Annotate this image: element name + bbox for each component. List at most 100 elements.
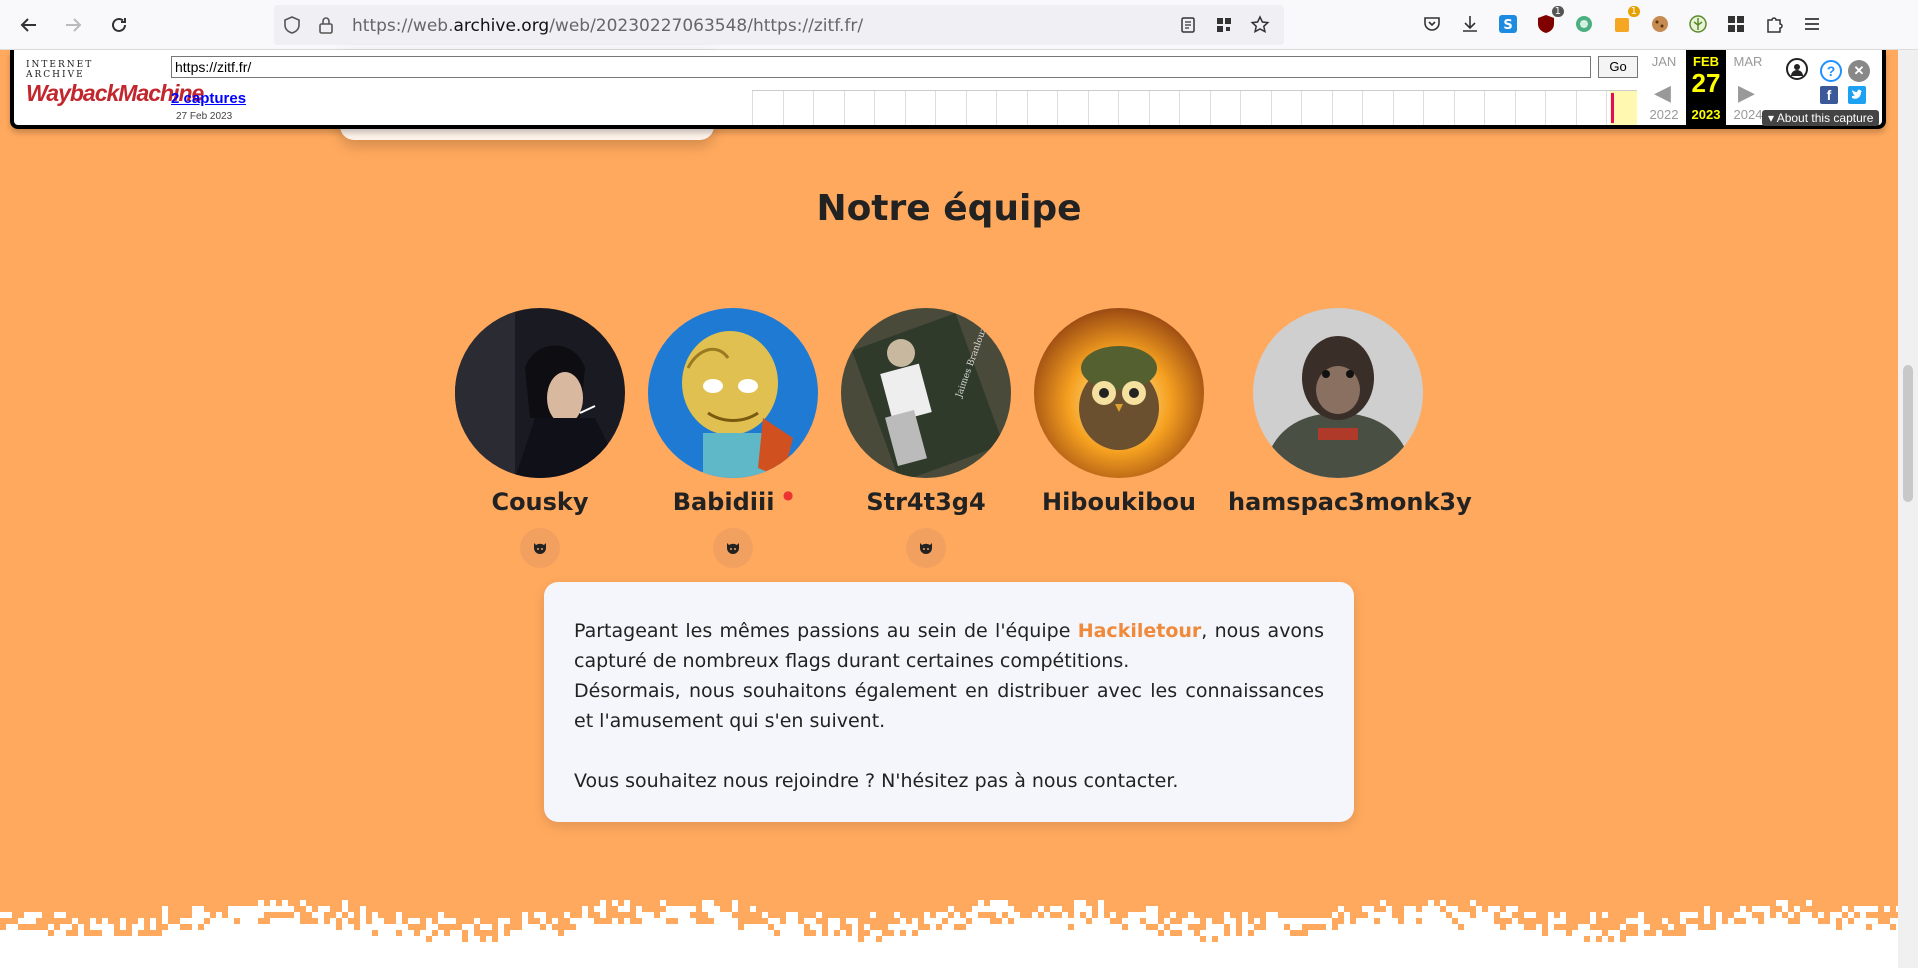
pixel-block <box>1650 936 1656 942</box>
about-capture-toggle[interactable]: ▾ About this capture <box>1762 110 1880 126</box>
pixel-block <box>1248 936 1254 942</box>
ublock-icon[interactable]: 1 <box>1534 6 1564 36</box>
pixel-block <box>1314 936 1320 942</box>
pixel-block <box>294 924 300 930</box>
green-extension-icon[interactable] <box>1572 12 1596 36</box>
pixel-block <box>1308 936 1314 942</box>
leaf-extension-icon[interactable] <box>1686 12 1710 36</box>
puzzle-icon[interactable] <box>1762 12 1786 36</box>
pixel-block <box>1458 912 1464 918</box>
prev-capture-arrow-icon[interactable]: ◀ <box>1654 80 1671 106</box>
pixel-block <box>834 954 840 960</box>
scrollbar-thumb[interactable] <box>1903 365 1913 502</box>
qr-code-icon[interactable] <box>1212 13 1236 37</box>
pixel-block <box>798 936 804 942</box>
pixel-block <box>666 960 672 966</box>
orange-extension-icon[interactable]: 1 <box>1610 6 1640 36</box>
pixel-block <box>1284 942 1290 948</box>
help-icon[interactable]: ? <box>1820 60 1842 82</box>
github-link[interactable] <box>713 528 753 568</box>
github-icon <box>534 543 546 554</box>
pixel-block <box>1458 930 1464 936</box>
pocket-icon[interactable] <box>1420 12 1444 36</box>
close-icon[interactable]: ✕ <box>1848 60 1870 82</box>
pixel-block <box>870 930 876 936</box>
page-scrollbar[interactable] <box>1898 50 1918 968</box>
wayback-go-button[interactable]: Go <box>1598 56 1638 78</box>
pixel-block <box>1482 918 1488 924</box>
pixel-block <box>24 912 30 918</box>
address-bar[interactable]: https://web.archive.org/web/202302270635… <box>274 5 1284 45</box>
facebook-icon[interactable]: f <box>1820 86 1838 104</box>
pixel-block <box>1638 918 1644 924</box>
next-capture-arrow-icon[interactable]: ▶ <box>1738 80 1755 106</box>
menu-icon[interactable] <box>1800 12 1824 36</box>
pixel-block <box>1350 936 1356 942</box>
github-link[interactable] <box>906 528 946 568</box>
pixel-block <box>684 906 690 912</box>
pixel-block <box>1038 936 1044 942</box>
pixel-block <box>1890 918 1896 924</box>
pixel-block <box>1248 924 1254 930</box>
pixel-block <box>918 930 924 936</box>
pixel-block <box>1752 906 1758 912</box>
pixel-block <box>1866 948 1872 954</box>
pixel-block <box>1092 948 1098 954</box>
back-button[interactable] <box>14 10 44 40</box>
github-link[interactable] <box>520 528 560 568</box>
pixel-block <box>924 960 930 966</box>
pixel-block <box>1434 924 1440 930</box>
pixel-block <box>1356 918 1362 924</box>
skype-extension-icon[interactable]: S <box>1496 12 1520 36</box>
pixel-block <box>1080 918 1086 924</box>
prev-month[interactable]: JAN ◀ 2022 <box>1644 50 1684 128</box>
cookie-icon[interactable] <box>1648 12 1672 36</box>
pixel-block <box>612 924 618 930</box>
wayback-logo[interactable]: INTERNET ARCHIVE WaybackMachine <box>26 60 204 106</box>
pixel-block <box>396 912 402 918</box>
pixel-block <box>1386 918 1392 924</box>
url-text[interactable]: https://web.archive.org/web/202302270635… <box>352 16 863 36</box>
pixel-block <box>1812 948 1818 954</box>
pixel-block <box>576 930 582 936</box>
pixel-block <box>1278 948 1284 954</box>
captures-link[interactable]: 2 captures <box>171 90 246 107</box>
pixel-block <box>1320 930 1326 936</box>
pixel-block <box>1254 948 1260 954</box>
sparkline-grid-line <box>1362 91 1363 125</box>
pixel-block <box>1476 948 1482 954</box>
twitter-icon[interactable] <box>1848 86 1866 104</box>
lock-icon[interactable] <box>316 15 336 35</box>
pixel-block <box>666 936 672 942</box>
pixel-block <box>1272 918 1278 924</box>
reload-button[interactable] <box>104 10 134 40</box>
pixel-block <box>840 948 846 954</box>
pixel-block <box>264 924 270 930</box>
extensions-grid-icon[interactable] <box>1724 12 1748 36</box>
capture-sparkline[interactable] <box>752 90 1637 125</box>
forward-button[interactable] <box>58 10 88 40</box>
bookmark-star-icon[interactable] <box>1248 13 1272 37</box>
pixel-block <box>1038 960 1044 966</box>
pixel-block <box>1848 930 1854 936</box>
pixel-block <box>348 924 354 930</box>
pixel-block <box>660 930 666 936</box>
shield-icon[interactable] <box>282 15 302 35</box>
download-icon[interactable] <box>1458 12 1482 36</box>
pixel-block <box>1302 954 1308 960</box>
pixel-block <box>1200 948 1206 954</box>
pixel-block <box>588 930 594 936</box>
sparkline-capture-mark[interactable] <box>1611 93 1614 123</box>
account-icon[interactable] <box>1786 58 1808 80</box>
pixel-block <box>984 918 990 924</box>
pixel-block <box>1140 954 1146 960</box>
wayback-url-input[interactable] <box>171 56 1591 78</box>
pixel-block <box>1812 918 1818 924</box>
pixel-block <box>1590 960 1596 966</box>
pixel-block <box>1512 924 1518 930</box>
reader-view-icon[interactable] <box>1176 13 1200 37</box>
pixel-block <box>738 942 744 948</box>
pixel-block <box>1386 906 1392 912</box>
pixel-block <box>756 936 762 942</box>
team-description-card: Partageant les mêmes passions au sein de… <box>544 582 1354 822</box>
